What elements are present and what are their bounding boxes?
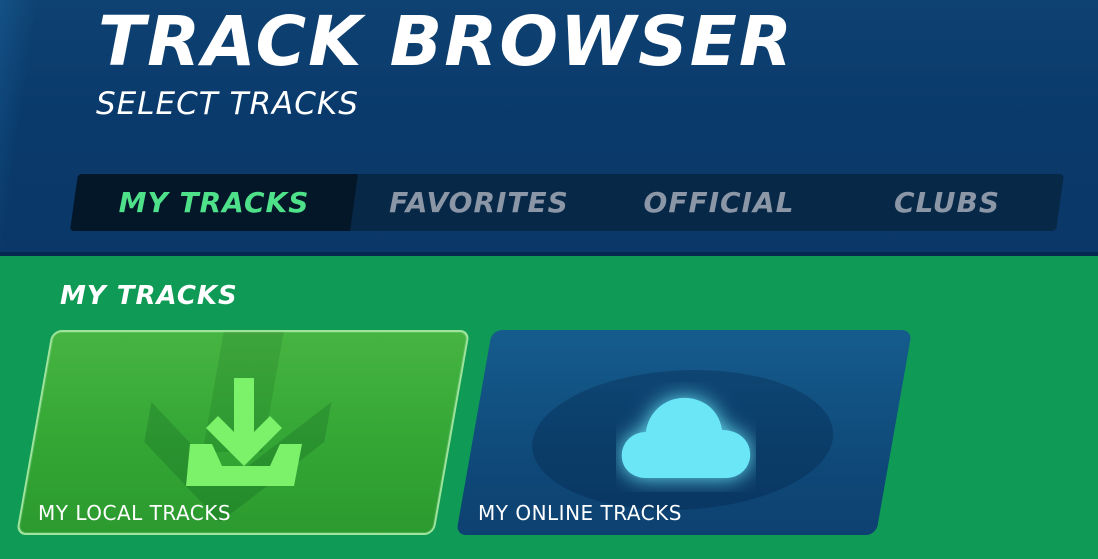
- tab-official[interactable]: OFFICIAL: [600, 174, 838, 231]
- page-subtitle: SELECT TRACKS: [96, 86, 359, 122]
- tab-official-label: OFFICIAL: [643, 186, 795, 219]
- tab-clubs[interactable]: CLUBS: [830, 174, 1064, 231]
- tab-my-tracks[interactable]: MY TRACKS: [69, 174, 359, 231]
- tab-bar: MY TRACKS FAVORITES OFFICIAL CLUBS: [69, 174, 1065, 231]
- header: TRACK BROWSER SELECT TRACKS MY TRACKS FA…: [0, 0, 1098, 256]
- download-icon: [184, 370, 304, 494]
- tab-favorites[interactable]: FAVORITES: [350, 174, 608, 231]
- my-online-tracks-card[interactable]: MY ONLINE TRACKS: [455, 330, 913, 535]
- my-local-tracks-card[interactable]: MY LOCAL TRACKS: [15, 330, 471, 535]
- cloud-icon: [616, 382, 756, 496]
- page-title: TRACK BROWSER: [98, 2, 795, 82]
- my-local-tracks-label: MY LOCAL TRACKS: [38, 501, 232, 525]
- header-edge-decoration: [0, 0, 38, 256]
- tab-clubs-label: CLUBS: [893, 186, 1001, 219]
- tab-my-tracks-label: MY TRACKS: [118, 186, 310, 219]
- section-title: MY TRACKS: [60, 281, 238, 311]
- tab-favorites-label: FAVORITES: [389, 186, 569, 219]
- my-online-tracks-label: MY ONLINE TRACKS: [478, 501, 682, 525]
